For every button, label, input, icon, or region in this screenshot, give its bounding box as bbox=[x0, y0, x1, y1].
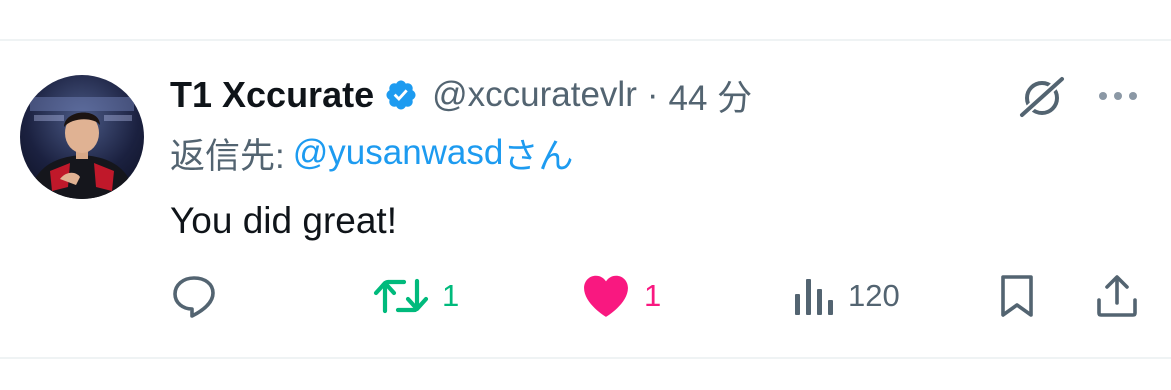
retweet-button[interactable]: 1 bbox=[372, 270, 459, 322]
views-button[interactable]: 120 bbox=[792, 270, 900, 322]
like-heart-icon bbox=[584, 275, 628, 317]
grok-icon bbox=[1018, 75, 1066, 119]
reply-icon bbox=[173, 276, 215, 318]
avatar[interactable] bbox=[20, 75, 144, 199]
meta-separator: · bbox=[646, 75, 659, 114]
like-button[interactable]: 1 bbox=[580, 270, 661, 322]
author-display-name[interactable]: T1 Xccurate bbox=[170, 74, 374, 116]
bottom-divider bbox=[0, 357, 1171, 359]
retweet-icon bbox=[373, 278, 429, 314]
reply-button[interactable] bbox=[170, 270, 230, 322]
reply-prefix: 返信先: bbox=[170, 136, 285, 176]
views-count: 120 bbox=[848, 278, 900, 313]
bookmark-button[interactable] bbox=[996, 270, 1038, 322]
bookmark-icon bbox=[1001, 275, 1033, 317]
reply-honorific: さん bbox=[503, 136, 574, 176]
tweet-text: You did great! bbox=[170, 200, 397, 241]
tweet-header: T1 Xccurate @xccuratevlr · 44 分 bbox=[170, 70, 752, 120]
retweet-count: 1 bbox=[442, 278, 460, 313]
views-icon bbox=[795, 279, 833, 315]
more-options-button[interactable] bbox=[1094, 82, 1142, 110]
share-button[interactable] bbox=[1094, 270, 1140, 322]
verified-badge-icon bbox=[384, 78, 418, 112]
tweet-timestamp[interactable]: 44 分 bbox=[669, 70, 753, 121]
share-icon bbox=[1097, 275, 1137, 317]
like-count: 1 bbox=[644, 278, 662, 313]
reply-to-handle-link[interactable]: @yusanwasd bbox=[293, 133, 504, 173]
more-icon bbox=[1099, 92, 1137, 100]
grok-button[interactable] bbox=[1016, 74, 1068, 120]
top-divider bbox=[0, 39, 1171, 41]
author-handle[interactable]: @xccuratevlr bbox=[432, 75, 637, 115]
avatar-photo bbox=[28, 97, 136, 199]
replying-to: 返信先: @yusanwasd さん bbox=[170, 128, 573, 178]
